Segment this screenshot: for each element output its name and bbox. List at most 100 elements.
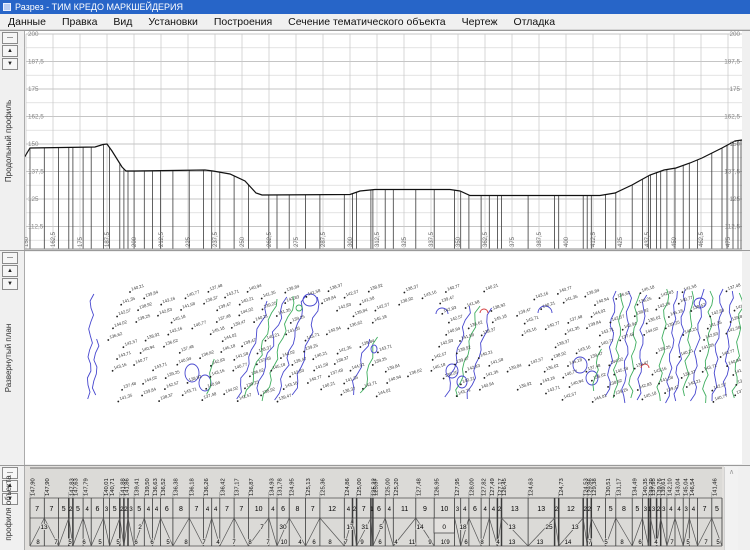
svg-text:337,5: 337,5 [429,231,435,247]
svg-text:130,51: 130,51 [606,478,612,496]
splitter-handle-button[interactable]: — [2,32,18,44]
svg-text:127,48: 127,48 [416,478,422,496]
svg-text:250: 250 [240,236,246,247]
svg-text:12: 12 [328,506,336,513]
svg-text:6: 6 [165,506,169,513]
svg-text:125,13: 125,13 [306,478,312,496]
title-bar: Разрез - ТИМ КРЕДО МАРКШЕЙДЕРИЯ [0,0,750,14]
svg-text:462,5: 462,5 [699,231,705,247]
svg-text:237,5: 237,5 [213,231,219,247]
svg-text:30: 30 [279,524,287,531]
scrollbar-up-icon[interactable]: ∧ [725,467,738,480]
svg-text:175: 175 [28,86,39,93]
menu-item-5[interactable]: Построения [206,15,280,29]
app-icon [3,3,11,11]
svg-text:127,82: 127,82 [482,478,488,496]
svg-text:7: 7 [225,506,229,513]
app-window: Разрез - ТИМ КРЕДО МАРКШЕЙДЕРИЯ ДанныеПр… [0,0,750,550]
menu-item-2[interactable]: Правка [54,15,105,29]
svg-text:25: 25 [545,524,553,531]
svg-text:134,93: 134,93 [269,478,275,496]
plan-plot[interactable]: 140,21141,35139,84142,57138,92143,16140,… [0,251,750,466]
svg-text:13: 13 [537,506,545,513]
svg-text:128,00: 128,00 [469,478,475,496]
svg-text:387,5: 387,5 [537,231,543,247]
svg-text:14: 14 [565,540,572,546]
svg-text:131,17: 131,17 [616,478,622,496]
svg-text:7: 7 [311,506,315,513]
svg-text:124,63: 124,63 [529,478,535,496]
svg-text:139,84: 139,84 [745,330,750,339]
profile-panel-strip: Продольный профиль —▲▼ [0,31,25,250]
svg-text:136,26: 136,26 [204,478,210,496]
menu-item-1[interactable]: Данные [0,15,54,29]
svg-text:6: 6 [377,506,381,513]
menu-item-4[interactable]: Установки [140,15,205,29]
window-title: Разрез - ТИМ КРЕДО МАРКШЕЙДЕРИЯ [15,2,183,12]
svg-text:5: 5 [715,506,719,513]
svg-text:11: 11 [409,540,416,546]
menu-item-3[interactable]: Вид [105,15,140,29]
svg-text:126,95: 126,95 [435,478,441,496]
svg-text:13: 13 [511,506,519,513]
svg-text:150: 150 [729,141,740,148]
profile-plot[interactable]: 200200187,5187,5175175162,5162,515015013… [0,31,750,251]
profile-grid-table[interactable]: 147,90147,90147,83147,63147,79140,01140,… [0,466,750,550]
svg-text:124,73: 124,73 [559,478,565,496]
grid-panel-scrollbar[interactable]: ∧ [724,467,738,550]
svg-text:350: 350 [456,236,462,247]
menu-item-7[interactable]: Чертеж [454,15,506,29]
svg-text:2: 2 [138,524,142,531]
svg-text:31: 31 [361,524,369,531]
svg-text:5: 5 [379,524,383,531]
menu-item-6[interactable]: Сечение тематического объекта [280,15,453,29]
svg-text:18: 18 [459,524,467,531]
svg-text:125: 125 [729,196,740,203]
svg-text:8: 8 [622,506,626,513]
svg-text:7: 7 [49,506,53,513]
svg-text:124,95: 124,95 [290,478,296,496]
svg-text:10: 10 [441,506,449,513]
svg-text:362,5: 362,5 [483,231,489,247]
svg-text:412,5: 412,5 [591,231,597,247]
svg-text:475: 475 [726,236,732,247]
scroll-down-button[interactable]: ▼ [2,278,18,290]
svg-text:175: 175 [729,86,740,93]
svg-text:112,5: 112,5 [28,224,44,231]
svg-text:129,38: 129,38 [592,478,598,496]
svg-text:127,49: 127,49 [490,478,496,496]
svg-text:7: 7 [362,506,366,513]
object-profile-grid-panel: 147,90147,90147,83147,63147,79140,01140,… [0,465,750,550]
svg-text:126,45: 126,45 [502,478,508,496]
svg-text:143,04: 143,04 [676,477,682,496]
scroll-up-button[interactable]: ▲ [2,265,18,277]
svg-text:7: 7 [239,506,243,513]
svg-text:7: 7 [35,506,39,513]
svg-text:187,5: 187,5 [105,231,111,247]
svg-text:140,01: 140,01 [104,478,110,496]
svg-text:6: 6 [95,506,99,513]
plan-panel-strip: Развернутый план —▲▼ [0,251,25,465]
menu-item-8[interactable]: Отладка [506,15,564,29]
svg-text:137,95: 137,95 [651,478,657,496]
svg-text:7: 7 [194,506,198,513]
svg-text:139,61: 139,61 [661,478,667,496]
svg-text:137,5: 137,5 [28,169,44,176]
profile-panel-label: Продольный профиль [4,99,13,181]
svg-text:137,5: 137,5 [724,169,740,176]
svg-text:7: 7 [703,506,707,513]
svg-text:5: 5 [635,506,639,513]
splitter-handle-button[interactable]: — [2,252,18,264]
svg-text:14: 14 [416,524,424,531]
svg-text:450: 450 [672,236,678,247]
svg-text:162,5: 162,5 [28,114,44,121]
svg-text:145,04: 145,04 [684,477,690,496]
scroll-down-button[interactable]: ▼ [2,58,18,70]
svg-text:13: 13 [509,540,516,546]
svg-text:5: 5 [62,506,66,513]
scroll-up-button[interactable]: ▲ [2,45,18,57]
svg-text:6: 6 [473,506,477,513]
svg-text:13: 13 [40,524,48,531]
svg-text:125,20: 125,20 [394,478,400,496]
svg-text:437,5: 437,5 [645,231,651,247]
